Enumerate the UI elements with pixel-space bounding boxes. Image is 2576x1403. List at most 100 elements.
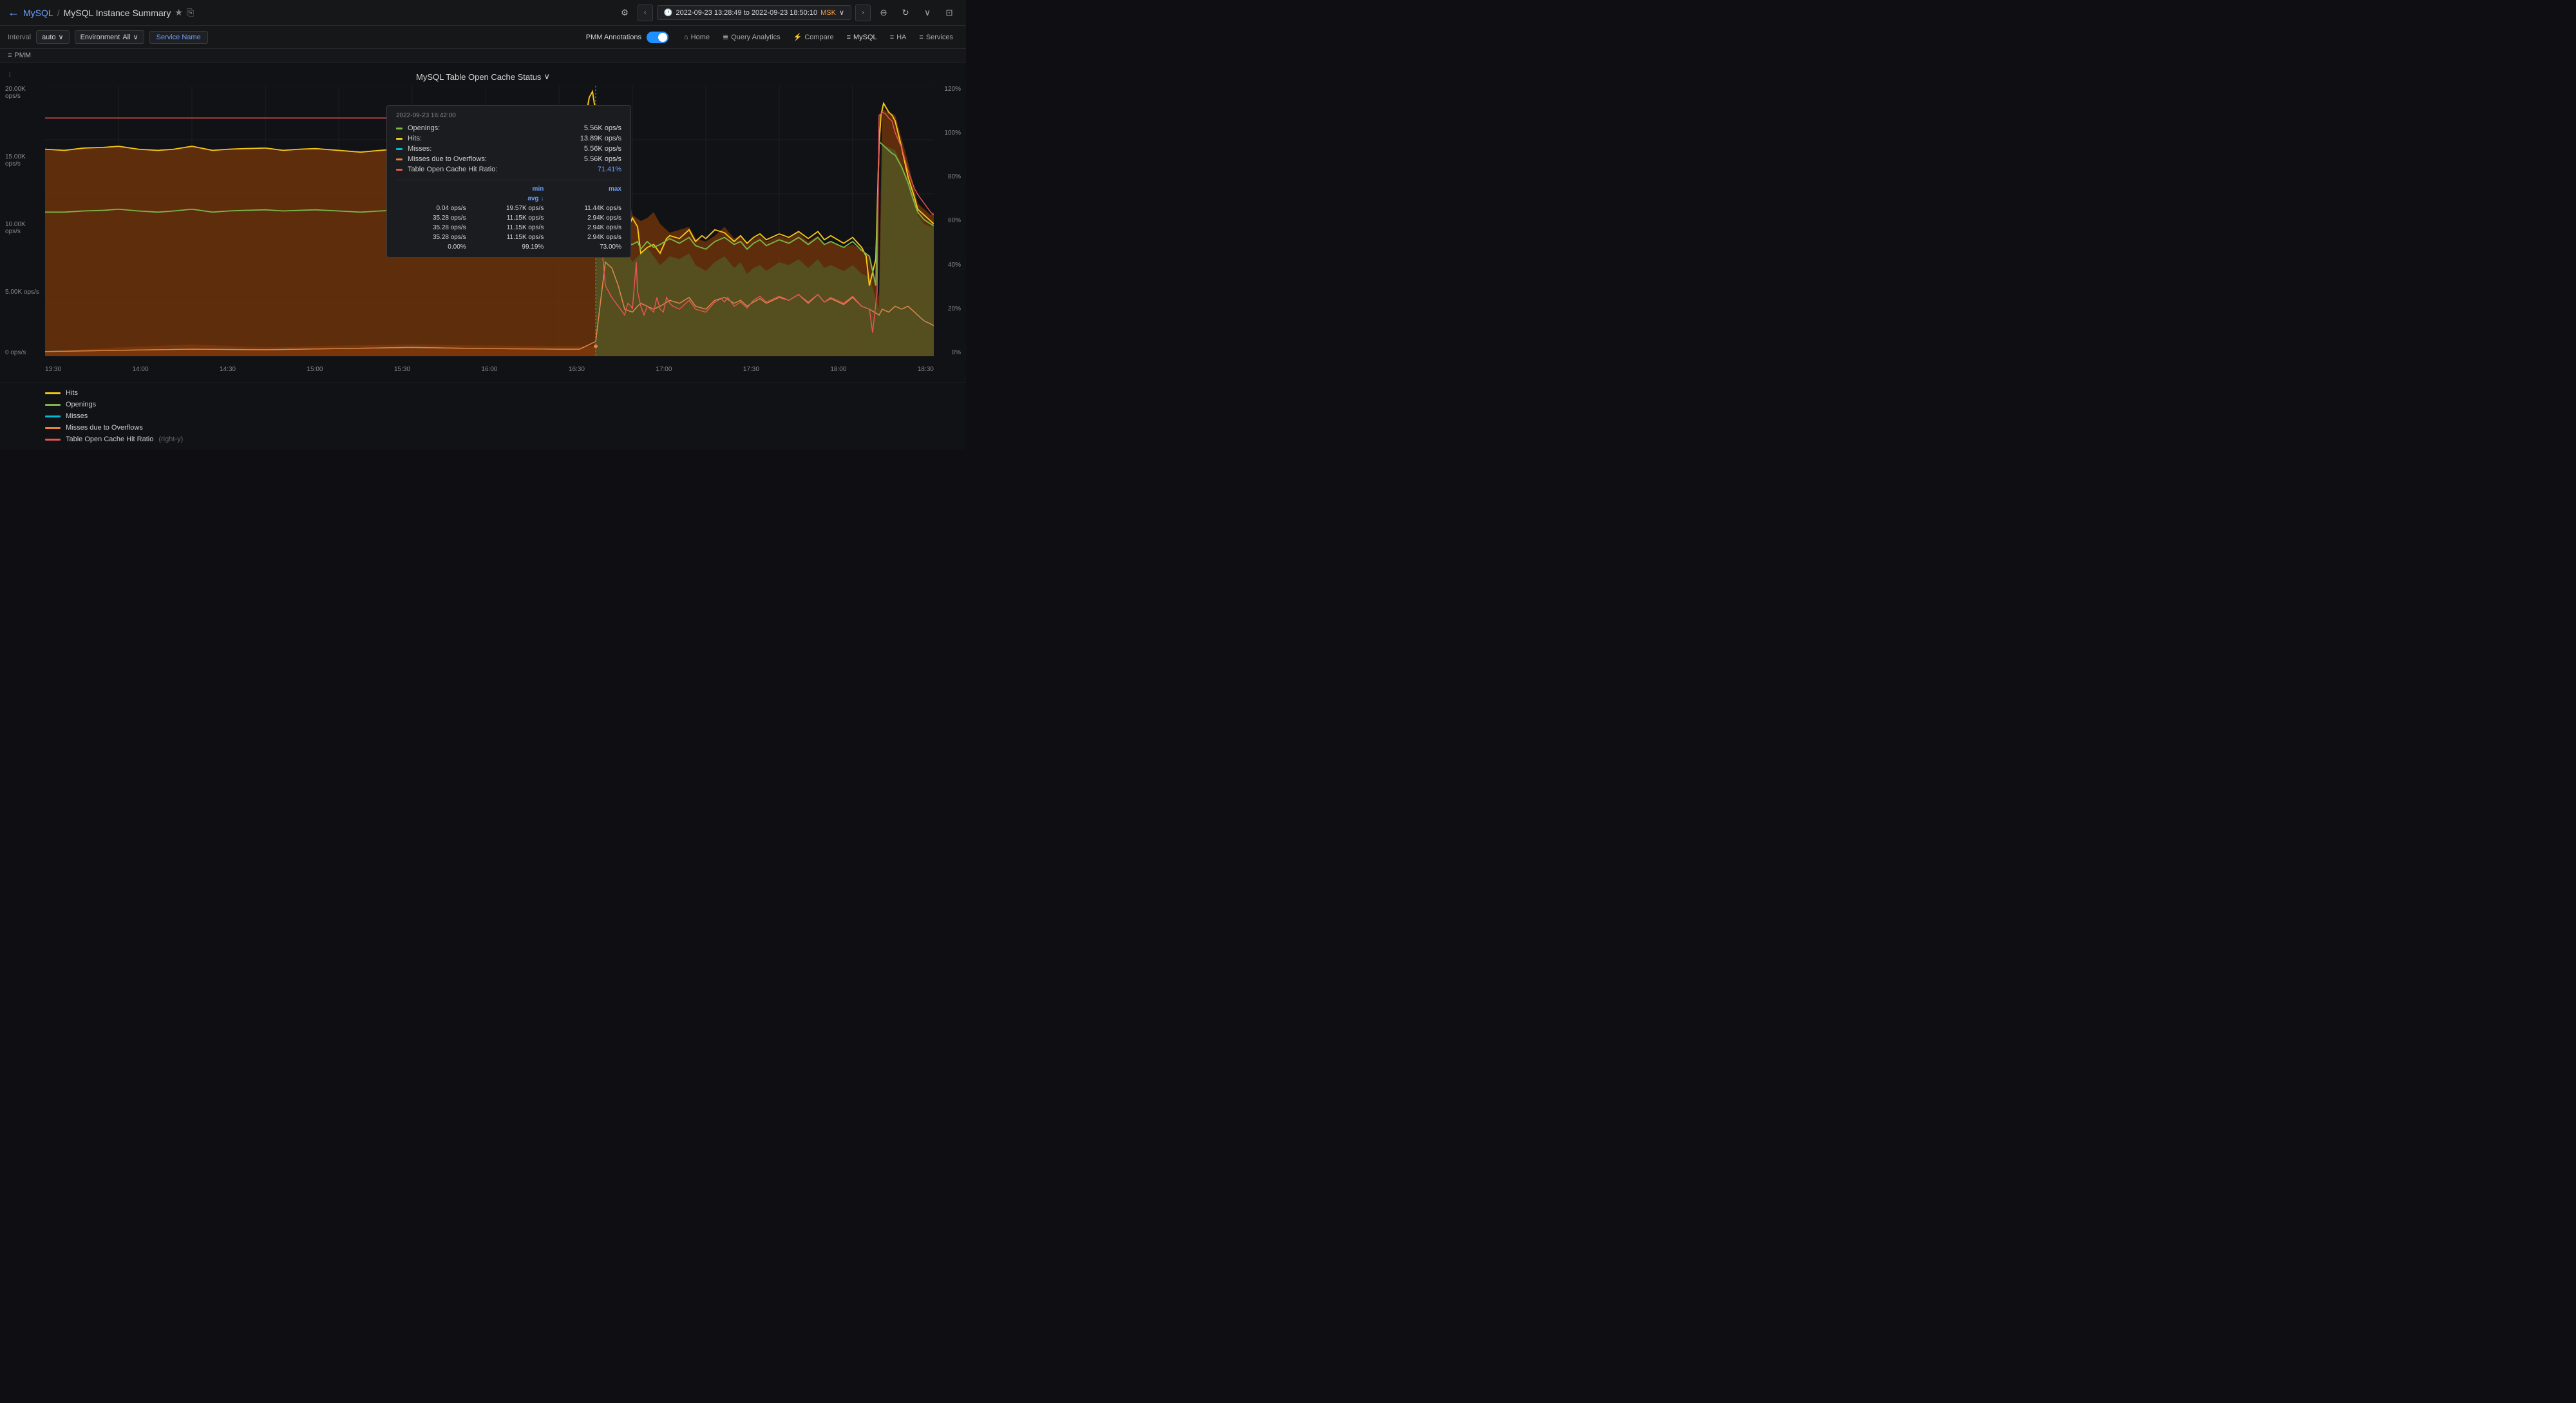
legend-ratio-color <box>45 439 61 441</box>
stat-r0-max: 19.57K ops/s <box>474 205 544 212</box>
x-label-9: 18:00 <box>830 366 846 373</box>
settings-button[interactable]: ⚙ <box>616 4 634 22</box>
service-name-button[interactable]: Service Name <box>149 31 208 44</box>
time-range-button[interactable]: 🕐 2022-09-23 13:28:49 to 2022-09-23 18:5… <box>657 5 851 20</box>
environment-dropdown[interactable]: Environment All ∨ <box>75 30 144 44</box>
legend-misses-label: Misses <box>66 412 88 420</box>
stat-r2-avg: 2.94K ops/s <box>551 224 621 231</box>
pmm-annotations: PMM Annotations <box>586 32 668 43</box>
avg-label: avg ↓ <box>527 195 544 202</box>
x-label-5: 16:00 <box>481 366 497 373</box>
tooltip-value-3: 5.56K ops/s <box>584 155 621 163</box>
legend-item-misses-overflow[interactable]: Misses due to Overflows <box>45 424 921 432</box>
time-nav-prev[interactable]: ‹ <box>638 5 653 21</box>
tooltip-dot-0 <box>396 128 402 129</box>
y-right-label-1: 100% <box>939 129 961 137</box>
x-label-4: 15:30 <box>394 366 410 373</box>
stat-r2-min: 35.28 ops/s <box>396 224 466 231</box>
interval-label: Interval <box>8 33 31 41</box>
tooltip-row-2: Misses: 5.56K ops/s <box>396 145 621 153</box>
tooltip-value-1: 13.89K ops/s <box>580 135 621 142</box>
environment-label: Environment <box>80 33 120 41</box>
sub-bar-left: Interval auto ∨ Environment All ∨ Servic… <box>8 30 581 44</box>
legend-section: Hits Openings Misses Misses due to Overf… <box>0 382 966 450</box>
tv-mode-button[interactable]: ⊡ <box>940 4 958 22</box>
nav-services[interactable]: ≡ Services <box>914 31 958 44</box>
legend-item-hit-ratio[interactable]: Table Open Cache Hit Ratio (right-y) <box>45 435 921 443</box>
pmm-tag: ≡ PMM <box>8 52 31 59</box>
legend-item-hits[interactable]: Hits <box>45 389 921 397</box>
nav-ha-label: HA <box>896 33 906 41</box>
stat-r1-min: 35.28 ops/s <box>396 215 466 222</box>
legend-overflow-label: Misses due to Overflows <box>66 424 143 432</box>
chart-title-row: i MySQL Table Open Cache Status ∨ <box>0 68 966 86</box>
legend-item-misses[interactable]: Misses <box>45 412 921 420</box>
refresh-icon: ↻ <box>902 8 909 18</box>
chevron-down-icon: ∨ <box>59 33 64 41</box>
nav-query-analytics[interactable]: ≣ Query Analytics <box>717 30 786 44</box>
tooltip-stat-avg[interactable]: avg ↓ <box>474 195 544 202</box>
tooltip-row-3: Misses due to Overflows: 5.56K ops/s <box>396 155 621 163</box>
tooltip-row-0: Openings: 5.56K ops/s <box>396 124 621 132</box>
legend-misses-color <box>45 415 61 417</box>
chart-section: i MySQL Table Open Cache Status ∨ 20.00K… <box>0 62 966 450</box>
nav-services-label: Services <box>926 33 953 41</box>
x-label-1: 14:00 <box>132 366 148 373</box>
stat-r0-min: 0.04 ops/s <box>396 205 466 212</box>
tooltip-dot-3 <box>396 158 402 160</box>
refresh-options-button[interactable]: ∨ <box>918 4 936 22</box>
interval-value: auto <box>42 33 55 41</box>
stat-r2-max: 11.15K ops/s <box>474 224 544 231</box>
nav-ha[interactable]: ≡ HA <box>885 31 912 44</box>
refresh-button[interactable]: ↻ <box>896 4 914 22</box>
tooltip-filler <box>551 195 621 202</box>
stat-r1-max: 11.15K ops/s <box>474 215 544 222</box>
share-button[interactable]: ⎘ <box>187 7 194 18</box>
legend-openings-color <box>45 404 61 406</box>
tooltip-row-4: Table Open Cache Hit Ratio: 71.41% <box>396 166 621 173</box>
tooltip-value-0: 5.56K ops/s <box>584 124 621 132</box>
stat-r4-avg: 73.00% <box>551 243 621 251</box>
chevron-down-icon: ∨ <box>924 8 931 18</box>
zoom-icon: ⊖ <box>880 8 887 18</box>
tooltip-dot-1 <box>396 138 402 140</box>
nav-compare-label: Compare <box>804 33 833 41</box>
tooltip-value-2: 5.56K ops/s <box>584 145 621 153</box>
chart-title-chevron: ∨ <box>544 72 550 82</box>
info-icon: i <box>9 72 10 79</box>
y-right-label-2: 80% <box>939 173 961 180</box>
tooltip-stat-max[interactable]: max <box>551 186 621 193</box>
chart-title[interactable]: MySQL Table Open Cache Status ∨ <box>416 72 550 82</box>
x-label-3: 15:00 <box>307 366 323 373</box>
sub-bar-right: PMM Annotations ⌂ Home ≣ Query Analytics… <box>586 30 958 44</box>
nav-home[interactable]: ⌂ Home <box>679 31 715 44</box>
pmm-annotations-toggle[interactable] <box>647 32 668 43</box>
tooltip-label-1: Hits: <box>408 135 575 142</box>
back-button[interactable]: ← <box>8 6 19 19</box>
zoom-out-button[interactable]: ⊖ <box>875 4 893 22</box>
y-right-label-3: 60% <box>939 217 961 224</box>
star-button[interactable]: ★ <box>175 7 183 18</box>
pmm-annotations-label: PMM Annotations <box>586 33 641 41</box>
nav-home-label: Home <box>691 33 710 41</box>
x-label-0: 13:30 <box>45 366 61 373</box>
tooltip-dot-2 <box>396 148 402 150</box>
time-range-value: 2022-09-23 13:28:49 to 2022-09-23 18:50:… <box>676 9 818 17</box>
stat-r4-min: 0.00% <box>396 243 466 251</box>
nav-mysql[interactable]: ≡ MySQL <box>842 31 882 44</box>
tooltip-stat-min[interactable]: min <box>474 186 544 193</box>
tooltip-label-0: Openings: <box>408 124 579 132</box>
tooltip-avg-spacer <box>396 195 466 202</box>
tooltip-header: 2022-09-23 16:42:00 <box>396 112 621 119</box>
legend-hits-color <box>45 392 61 394</box>
top-bar: ← MySQL / MySQL Instance Summary ★ ⎘ ⚙ ‹… <box>0 0 966 26</box>
nav-compare[interactable]: ⚡ Compare <box>788 30 839 44</box>
pmm-bar: ≡ PMM <box>0 49 966 62</box>
legend-item-openings[interactable]: Openings <box>45 401 921 408</box>
interval-dropdown[interactable]: auto ∨ <box>36 30 69 44</box>
stat-r0-avg: 11.44K ops/s <box>551 205 621 212</box>
y-right-label-0: 120% <box>939 86 961 93</box>
tooltip-row-1: Hits: 13.89K ops/s <box>396 135 621 142</box>
time-nav-next[interactable]: › <box>855 5 871 21</box>
breadcrumb-parent[interactable]: MySQL <box>23 8 53 18</box>
